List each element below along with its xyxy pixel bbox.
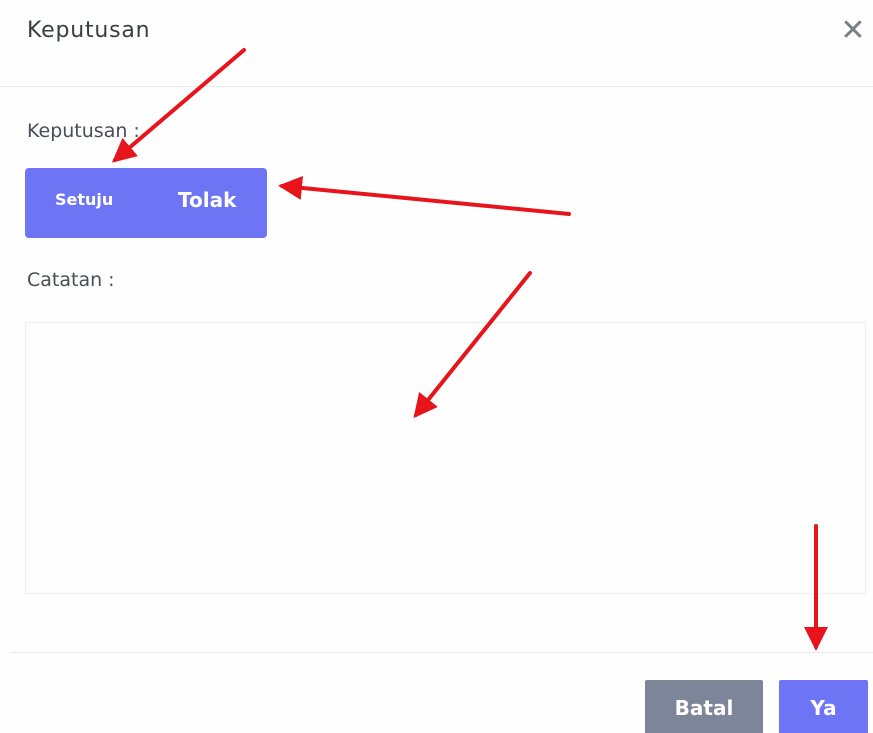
- decision-button-group: Setuju Tolak: [25, 168, 267, 238]
- approve-button[interactable]: Setuju: [55, 188, 113, 212]
- dialog-header: Keputusan ✕: [0, 0, 873, 87]
- notes-textarea[interactable]: [25, 322, 866, 594]
- annotation-arrow-to-reject-button: [278, 175, 571, 216]
- close-icon[interactable]: ✕: [838, 14, 868, 48]
- reject-button[interactable]: Tolak: [178, 186, 236, 214]
- dialog-title: Keputusan: [27, 18, 151, 43]
- decision-dialog: Keputusan ✕ Keputusan : Setuju Tolak Cat…: [0, 0, 873, 733]
- cancel-button[interactable]: Batal: [645, 680, 763, 733]
- decision-label: Keputusan :: [27, 120, 140, 142]
- confirm-button[interactable]: Ya: [779, 680, 868, 733]
- notes-label: Catatan :: [27, 269, 115, 291]
